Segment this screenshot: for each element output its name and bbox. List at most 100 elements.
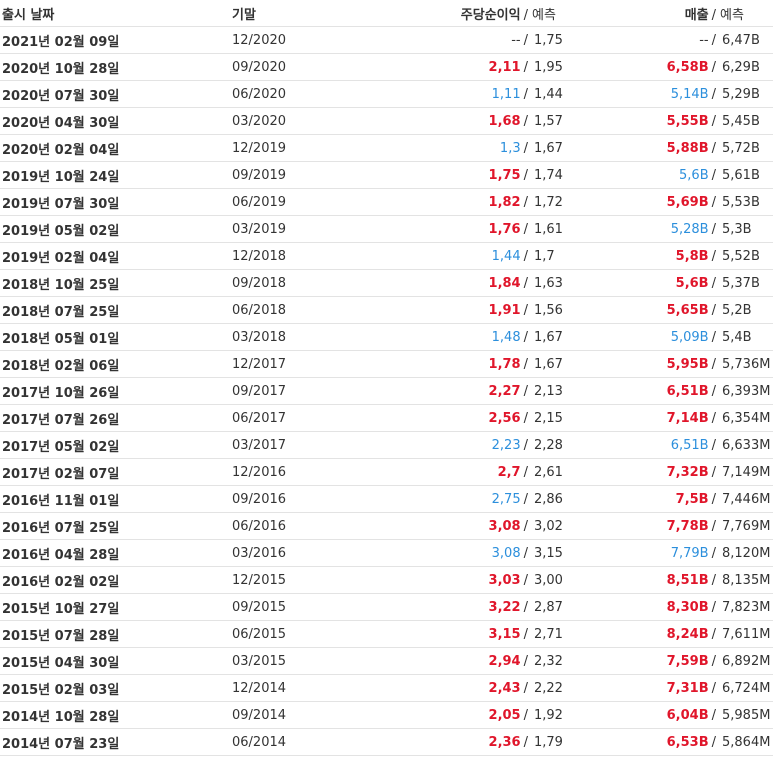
eps-actual: 2,27 (488, 383, 521, 399)
eps-slash: / (523, 275, 528, 291)
revenue-forecast: 6,724M (722, 680, 771, 696)
eps-forecast-cell: 3,15 (532, 539, 592, 567)
table-row: 2016년 02월 02일 12/2015 3,03/3,00 8,51B/8,135… (0, 566, 773, 594)
eps-slash: / (523, 680, 528, 696)
period-end: 09/2015 (232, 593, 362, 621)
eps-forecast-cell: 2,15 (532, 404, 592, 432)
eps-forecast: 1,67 (534, 329, 563, 345)
period-end: 03/2017 (232, 431, 362, 459)
revenue-slash: / (711, 680, 716, 696)
release-date: 2014년 07월 23일 (0, 728, 232, 756)
eps-forecast: 1,63 (534, 275, 563, 291)
revenue-forecast-cell: 6,354M (720, 404, 773, 432)
revenue-forecast-cell: 5,2B (720, 296, 773, 324)
eps-slash: / (523, 194, 528, 210)
eps-actual-cell: 2,56/ (362, 404, 532, 432)
release-date: 2017년 07월 26일 (0, 404, 232, 432)
eps-actual: 3,03 (488, 572, 521, 588)
revenue-forecast: 8,135M (722, 572, 771, 588)
eps-forecast-cell: 1,63 (532, 269, 592, 297)
revenue-actual-cell: 8,30B / (592, 593, 720, 621)
revenue-forecast-cell: 6,633M (720, 431, 773, 459)
eps-slash: / (523, 383, 528, 399)
period-end: 03/2018 (232, 323, 362, 351)
eps-actual-cell: 1,84/ (362, 269, 532, 297)
revenue-actual: 7,5B (675, 491, 709, 507)
eps-slash: / (523, 707, 528, 723)
eps-actual: 1,84 (488, 275, 521, 291)
eps-forecast-cell: 2,28 (532, 431, 592, 459)
table-row: 2018년 05월 01일 03/2018 1,48/1,67 5,09B/5,4B (0, 323, 773, 351)
revenue-forecast: 7,611M (722, 626, 771, 642)
revenue-slash: / (711, 221, 716, 237)
header-revenue[interactable]: 매출 / (592, 0, 720, 27)
revenue-slash: / (711, 734, 716, 750)
table-row: 2018년 02월 06일 12/2017 1,78/1,67 5,95B/5,736… (0, 350, 773, 378)
revenue-actual: 5,88B (666, 140, 709, 156)
eps-actual: 1,68 (488, 113, 521, 129)
eps-slash: / (523, 734, 528, 750)
release-date: 2021년 02월 09일 (0, 26, 232, 54)
eps-actual-cell: 1,82/ (362, 188, 532, 216)
release-date: 2018년 10월 25일 (0, 269, 232, 297)
revenue-forecast: 6,892M (722, 653, 771, 669)
table-row: 2016년 04월 28일 03/2016 3,08/3,15 7,79B/8,120… (0, 539, 773, 567)
release-date: 2014년 10월 28일 (0, 701, 232, 729)
revenue-forecast: 5,61B (722, 167, 760, 183)
table-row: 2019년 05월 02일 03/2019 1,76/1,61 5,28B/5,3B (0, 215, 773, 243)
revenue-actual-cell: 7,59B / (592, 647, 720, 675)
revenue-forecast-cell: 6,724M (720, 674, 773, 702)
revenue-slash: / (711, 491, 716, 507)
revenue-actual-cell: 6,53B / (592, 728, 720, 756)
revenue-slash: / (711, 599, 716, 615)
period-end: 12/2017 (232, 350, 362, 378)
eps-slash: / (523, 518, 528, 534)
table-row: 2015년 04월 30일 03/2015 2,94/2,32 7,59B/6,892… (0, 647, 773, 675)
eps-forecast: 1,95 (534, 59, 563, 75)
eps-slash: / (523, 410, 528, 426)
revenue-forecast-cell: 5,4B (720, 323, 773, 351)
eps-forecast-cell: 2,61 (532, 458, 592, 486)
period-end: 06/2014 (232, 728, 362, 756)
revenue-slash: / (711, 248, 716, 264)
revenue-actual-cell: 7,79B / (592, 539, 720, 567)
period-end: 09/2020 (232, 53, 362, 81)
eps-actual-cell: 1,68/ (362, 107, 532, 135)
eps-actual-cell: 1,44/ (362, 242, 532, 270)
period-end: 09/2018 (232, 269, 362, 297)
table-row: 2017년 02월 07일 12/2016 2,7/2,61 7,32B/7,149M (0, 458, 773, 486)
eps-slash: / (523, 140, 528, 156)
eps-forecast: 1,74 (534, 167, 563, 183)
eps-forecast-cell: 1,61 (532, 215, 592, 243)
eps-forecast: 3,15 (534, 545, 563, 561)
period-end: 09/2014 (232, 701, 362, 729)
revenue-slash: / (711, 59, 716, 75)
header-period-end[interactable]: 기말 (232, 0, 362, 27)
revenue-forecast: 5,52B (722, 248, 760, 264)
period-end: 03/2020 (232, 107, 362, 135)
revenue-forecast: 5,864M (722, 734, 771, 750)
revenue-actual-cell: 6,04B / (592, 701, 720, 729)
revenue-slash: / (711, 545, 716, 561)
eps-slash: / (523, 302, 528, 318)
revenue-forecast: 7,769M (722, 518, 771, 534)
eps-forecast-cell: 1,92 (532, 701, 592, 729)
revenue-actual-cell: 5,6B / (592, 161, 720, 189)
revenue-actual: 8,24B (666, 626, 709, 642)
revenue-forecast: 5,3B (722, 221, 752, 237)
revenue-forecast: 7,823M (722, 599, 771, 615)
revenue-actual-cell: 6,58B / (592, 53, 720, 81)
eps-slash: / (523, 626, 528, 642)
revenue-forecast-cell: 5,53B (720, 188, 773, 216)
table-row: 2015년 02월 03일 12/2014 2,43/2,22 7,31B/6,724… (0, 674, 773, 702)
eps-actual-cell: 2,05/ (362, 701, 532, 729)
eps-slash: / (523, 248, 528, 264)
header-eps-forecast: 예측 (532, 0, 592, 27)
eps-forecast: 1,57 (534, 113, 563, 129)
period-end: 09/2017 (232, 377, 362, 405)
period-end: 12/2016 (232, 458, 362, 486)
eps-slash: / (523, 491, 528, 507)
header-release-date[interactable]: 출시 날짜 (0, 0, 232, 27)
revenue-actual-cell: 5,69B / (592, 188, 720, 216)
header-eps[interactable]: 주당순이익 / (362, 0, 532, 27)
